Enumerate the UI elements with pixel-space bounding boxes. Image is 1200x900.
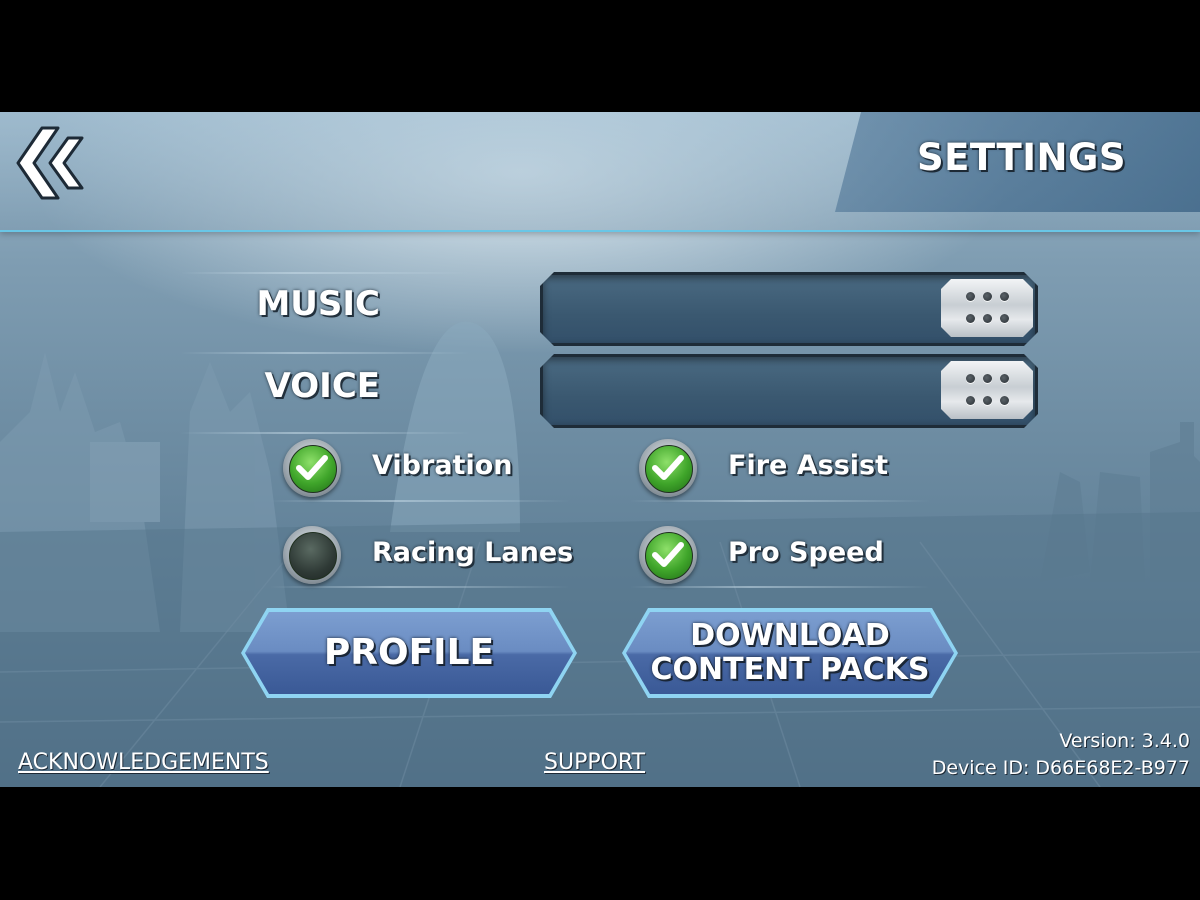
fire-assist-checkbox[interactable] xyxy=(639,439,697,497)
vibration-label: Vibration xyxy=(372,450,513,481)
header-bar: SETTINGS xyxy=(0,112,1200,232)
support-link[interactable]: SUPPORT xyxy=(544,750,645,775)
checkmark-icon xyxy=(652,455,684,480)
music-slider-handle[interactable] xyxy=(941,279,1033,337)
download-content-packs-button[interactable]: DOWNLOAD CONTENT PACKS xyxy=(622,608,958,698)
pro-speed-checkbox[interactable] xyxy=(639,526,697,584)
pro-speed-label: Pro Speed xyxy=(728,537,884,568)
device-id-text: Device ID: D66E68E2-B977 xyxy=(931,757,1190,779)
divider xyxy=(180,432,470,434)
voice-slider[interactable] xyxy=(540,354,1038,428)
voice-label: VOICE xyxy=(264,366,380,406)
divider xyxy=(180,272,470,274)
racing-lanes-checkbox[interactable] xyxy=(283,526,341,584)
divider xyxy=(630,500,930,502)
divider xyxy=(270,586,570,588)
settings-screen: SETTINGS MUSIC VOICE Vibration Fire Assi… xyxy=(0,112,1200,787)
profile-button[interactable]: PROFILE xyxy=(241,608,577,698)
acknowledgements-link[interactable]: ACKNOWLEDGEMENTS xyxy=(18,750,269,775)
fire-assist-label: Fire Assist xyxy=(728,450,888,481)
checkmark-icon xyxy=(296,455,328,480)
page-title: SETTINGS xyxy=(917,136,1126,179)
music-slider[interactable] xyxy=(540,272,1038,346)
download-button-label-line2: CONTENT PACKS xyxy=(650,652,930,687)
divider xyxy=(630,586,930,588)
download-button-label-line1: DOWNLOAD xyxy=(690,618,890,654)
vibration-checkbox[interactable] xyxy=(283,439,341,497)
voice-slider-handle[interactable] xyxy=(941,361,1033,419)
divider xyxy=(270,500,570,502)
divider xyxy=(180,352,470,354)
checkmark-icon xyxy=(652,542,684,567)
back-button[interactable] xyxy=(12,126,92,206)
music-label: MUSIC xyxy=(256,284,380,324)
double-chevron-left-icon xyxy=(16,126,84,200)
racing-lanes-label: Racing Lanes xyxy=(372,537,574,568)
version-text: Version: 3.4.0 xyxy=(1059,730,1190,752)
profile-button-label: PROFILE xyxy=(323,631,495,673)
